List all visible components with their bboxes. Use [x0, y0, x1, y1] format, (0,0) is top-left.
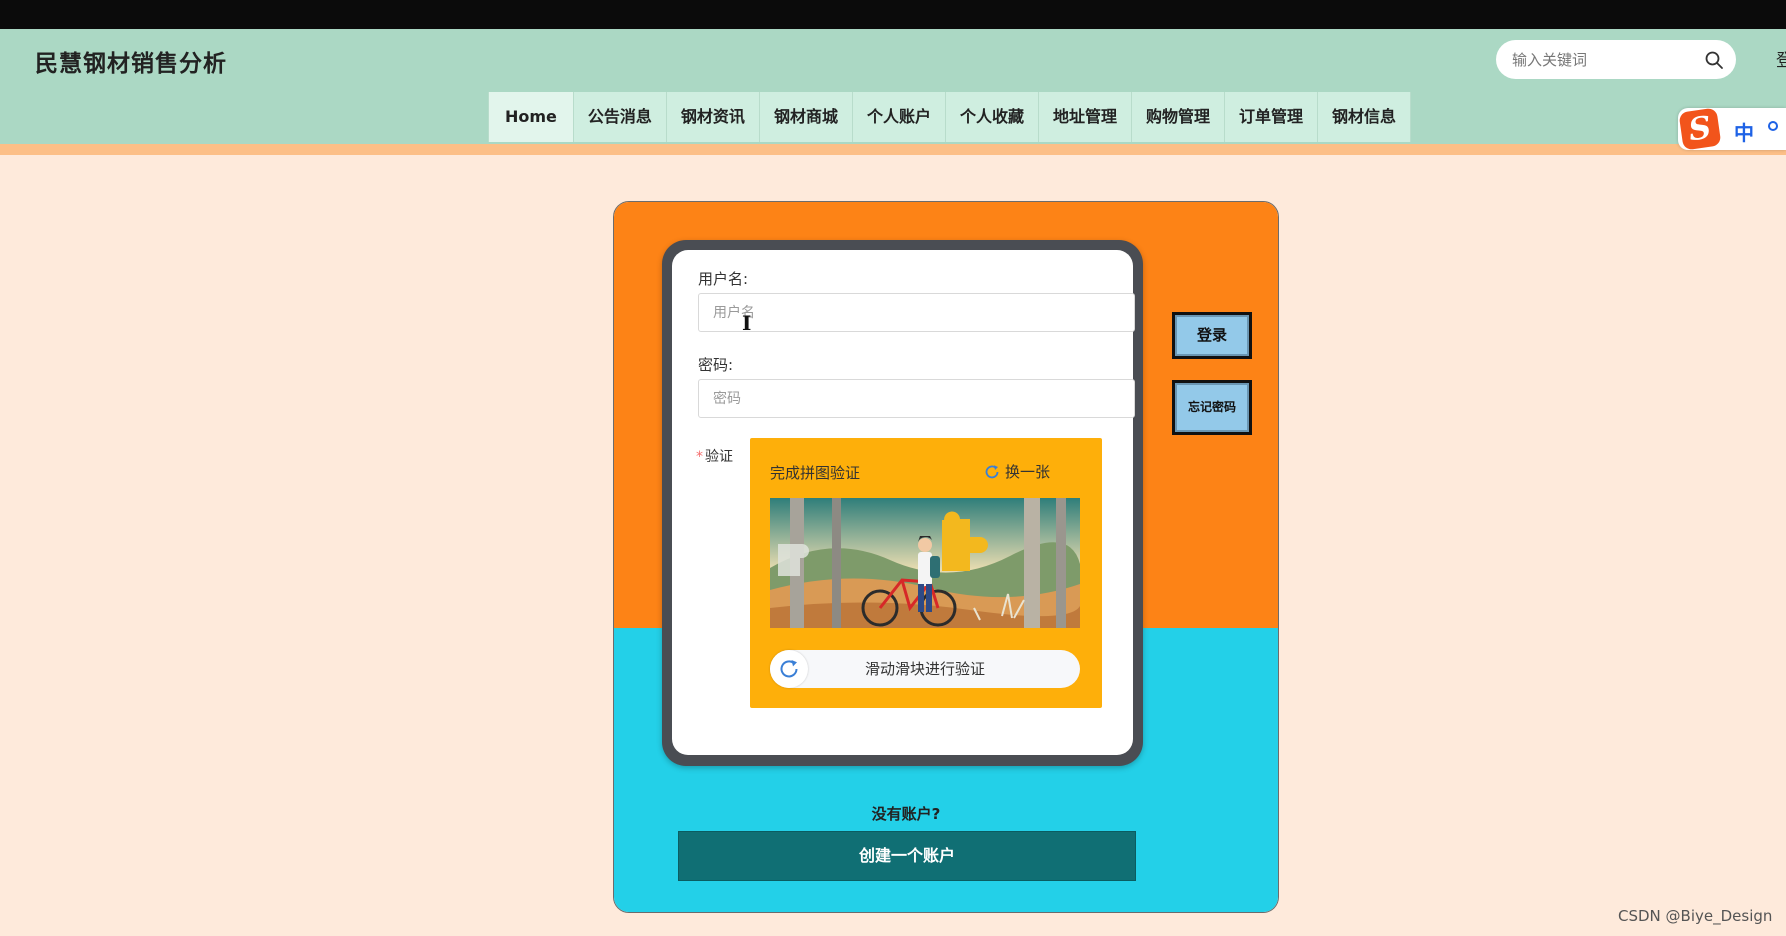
forgot-password-button[interactable]: 忘记密码 [1172, 380, 1252, 435]
captcha-puzzle-image [770, 498, 1080, 628]
no-account-prompt: 没有账户? [871, 805, 941, 823]
password-field[interactable] [698, 379, 1135, 418]
password-input[interactable] [711, 388, 1115, 410]
login-button[interactable]: 登录 [1172, 312, 1252, 359]
username-input[interactable] [711, 302, 1115, 324]
captcha-refresh-button[interactable]: 换一张 [984, 461, 1050, 482]
sogou-logo-icon: S [1678, 107, 1722, 151]
required-mark: * [696, 449, 703, 465]
nav-item-favorites[interactable]: 个人收藏 [945, 92, 1039, 142]
captcha-refresh-label: 换一张 [1005, 463, 1051, 481]
header-accent-band [0, 144, 1786, 155]
refresh-icon [985, 464, 999, 478]
verify-label: * 验证 [696, 446, 733, 466]
main-nav: Home 公告消息 钢材资讯 钢材商城 个人账户 个人收藏 地址管理 购物管理 … [488, 92, 1412, 142]
csdn-watermark: CSDN @Biye_Design [1618, 907, 1773, 925]
create-account-button[interactable]: 创建一个账户 [678, 831, 1136, 881]
password-label: 密码: [698, 356, 734, 374]
puzzle-captcha: 完成拼图验证 换一张 滑动滑块进行验证 [750, 438, 1102, 708]
captcha-title: 完成拼图验证 [770, 464, 861, 482]
ime-toolbar[interactable]: S 中 [1678, 107, 1786, 151]
captcha-slider-track[interactable]: 滑动滑块进行验证 [770, 650, 1080, 688]
nav-item-address-management[interactable]: 地址管理 [1038, 92, 1132, 142]
nav-item-steel-news[interactable]: 钢材资讯 [666, 92, 760, 142]
slider-instruction: 滑动滑块进行验证 [864, 660, 985, 678]
username-field[interactable] [698, 293, 1135, 332]
login-form: 用户名: I 密码: *验证 完成拼图验证 换一张 [672, 250, 1135, 755]
browser-top-strip [0, 0, 1786, 29]
login-form-card: 用户名: I 密码: *验证 完成拼图验证 换一张 [662, 240, 1143, 766]
slider-handle[interactable] [770, 650, 808, 688]
text-cursor-icon: I [742, 311, 752, 335]
username-label: 用户名: [698, 270, 749, 288]
nav-item-steel-mall[interactable]: 钢材商城 [759, 92, 853, 142]
nav-item-order-management[interactable]: 订单管理 [1225, 92, 1319, 142]
ime-punctuation-icon[interactable] [1768, 121, 1778, 131]
search-icon[interactable] [1704, 50, 1724, 70]
site-title: 民慧钢材销售分析 [35, 51, 227, 77]
header-login-link[interactable]: 登 [1776, 46, 1786, 71]
nav-item-personal-account[interactable]: 个人账户 [852, 92, 946, 142]
nav-item-steel-info[interactable]: 钢材信息 [1318, 92, 1412, 142]
nav-item-cart-management[interactable]: 购物管理 [1132, 92, 1226, 142]
ime-mode-label[interactable]: 中 [1734, 117, 1754, 146]
refresh-icon [780, 660, 798, 678]
verify-label-text: 验证 [705, 449, 733, 465]
nav-item-home[interactable]: Home [488, 92, 574, 142]
search-box[interactable] [1496, 40, 1736, 79]
nav-item-announcements[interactable]: 公告消息 [573, 92, 667, 142]
search-input[interactable] [1510, 48, 1694, 72]
